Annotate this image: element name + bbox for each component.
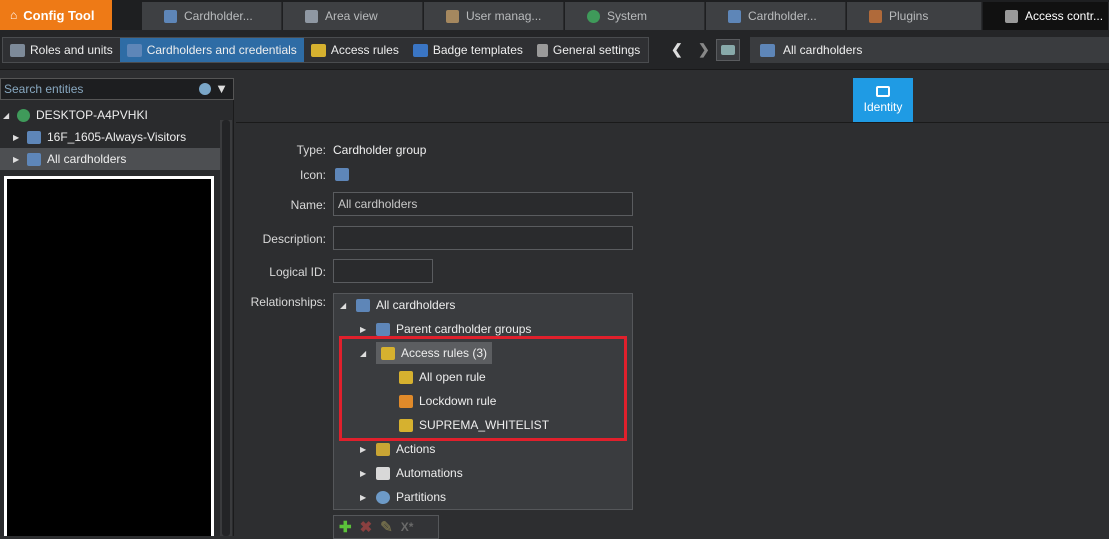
icon-label: Icon: (299, 168, 326, 182)
toolbar: Roles and units Cardholders and credenti… (0, 30, 1109, 70)
badge-templates-button[interactable]: Badge templates (406, 38, 530, 62)
badge-icon (412, 43, 428, 57)
type-label: Type: (296, 143, 326, 157)
collapse-arrow-icon[interactable]: ◢ (340, 301, 350, 310)
cardholder-group-icon (376, 322, 390, 336)
task-toolbar: Roles and units Cardholders and credenti… (2, 37, 649, 63)
edit-icon[interactable]: ✎ (380, 518, 393, 536)
expand-arrow-icon[interactable]: ▶ (13, 133, 21, 142)
tab-cardholder-2[interactable]: Cardholder... (706, 2, 846, 30)
rel-actions[interactable]: ▶ Actions (360, 439, 435, 459)
add-icon[interactable]: ✚ (339, 518, 352, 536)
app-menu-button[interactable]: ⌂ Config Tool (0, 0, 112, 30)
tree-item-server[interactable]: ◢ DESKTOP-A4PVHKI (0, 104, 220, 126)
rel-automations[interactable]: ▶ Automations (360, 463, 463, 483)
expand-arrow-icon[interactable]: ▶ (360, 445, 370, 454)
expand-arrow-icon[interactable]: ▶ (13, 155, 21, 164)
type-value: Cardholder group (333, 143, 427, 157)
back-arrow-icon[interactable]: ❮ (671, 41, 683, 58)
search-input[interactable]: Search entities ▼ (0, 78, 234, 100)
access-control-icon (1005, 9, 1018, 23)
globe-icon[interactable] (199, 83, 211, 95)
general-settings-button[interactable]: General settings (530, 38, 647, 62)
delete-icon[interactable]: ✖ (360, 518, 373, 536)
area-view-icon (305, 9, 318, 23)
cardholder-icon (126, 43, 142, 57)
description-label: Description: (262, 232, 326, 246)
roles-and-units-button[interactable]: Roles and units (3, 38, 120, 62)
identity-icon (876, 86, 890, 97)
expand-arrow-icon[interactable]: ▶ (360, 493, 370, 502)
tab-system[interactable]: System (565, 2, 705, 30)
tab-identity[interactable]: Identity (853, 78, 913, 122)
actions-icon (376, 442, 390, 456)
tree-item-all-cardholders[interactable]: ▶ All cardholders (0, 148, 220, 170)
server-icon (17, 108, 30, 122)
app-title: Config Tool (23, 7, 95, 23)
history-icon (721, 45, 735, 55)
scrollbar-thumb[interactable] (222, 120, 230, 536)
relationship-actions: ✚ ✖ ✎ X* (333, 515, 439, 539)
logical-id-label: Logical ID: (269, 265, 326, 279)
system-icon (587, 9, 600, 23)
settings-icon (536, 43, 548, 57)
access-rule-icon (310, 43, 326, 57)
name-label: Name: (290, 198, 326, 212)
remove-link-icon[interactable]: X* (401, 520, 414, 534)
description-field[interactable] (333, 226, 633, 250)
expand-arrow-icon[interactable]: ▶ (360, 469, 370, 478)
entity-tree: ◢ DESKTOP-A4PVHKI ▶ 16F_1605-Always-Visi… (0, 104, 220, 170)
cardholder-group-icon (356, 298, 370, 312)
breadcrumb: All cardholders (750, 37, 1109, 63)
tab-access-control[interactable]: Access contr... (983, 2, 1109, 30)
access-rules-button[interactable]: Access rules (304, 38, 406, 62)
scrollbar[interactable] (220, 120, 232, 536)
cardholder-group-icon (27, 130, 41, 144)
tab-bar: ⌂ Config Tool Cardholder... Area view Us… (0, 0, 1109, 30)
relationships-label: Relationships: (250, 295, 326, 309)
tab-cardholder-1[interactable]: Cardholder... (142, 2, 282, 30)
user-management-icon (446, 9, 459, 23)
cardholder-group-icon (760, 43, 775, 57)
name-field[interactable]: All cardholders (333, 192, 633, 216)
tree-item-visitors[interactable]: ▶ 16F_1605-Always-Visitors (0, 126, 220, 148)
cardholder-group-icon[interactable] (335, 168, 349, 181)
logical-id-field[interactable] (333, 259, 433, 283)
cardholder-group-icon (27, 152, 41, 166)
cardholder-icon (728, 9, 741, 23)
plugins-icon (869, 9, 882, 23)
home-icon: ⌂ (10, 8, 18, 22)
cardholder-icon (164, 9, 177, 23)
forward-arrow-icon[interactable]: ❯ (698, 41, 710, 58)
partitions-icon (376, 490, 390, 504)
tab-area-view[interactable]: Area view (283, 2, 423, 30)
divider (236, 122, 1109, 123)
automations-icon (376, 466, 390, 480)
expand-arrow-icon[interactable]: ▶ (360, 325, 370, 334)
history-button[interactable] (716, 39, 740, 61)
redacted-area (4, 176, 214, 536)
properties-panel: Identity Type: Cardholder group Icon: Na… (236, 78, 1109, 539)
roles-icon (10, 43, 25, 57)
collapse-arrow-icon[interactable]: ◢ (3, 111, 11, 120)
entity-browser: Search entities ▼ ◢ DESKTOP-A4PVHKI ▶ 16… (0, 78, 234, 536)
tab-user-management[interactable]: User manag... (424, 2, 564, 30)
rel-root[interactable]: ◢ All cardholders (340, 295, 455, 315)
filter-icon[interactable]: ▼ (215, 81, 228, 96)
highlight-box (339, 336, 627, 441)
tab-plugins[interactable]: Plugins (847, 2, 982, 30)
rel-partitions[interactable]: ▶ Partitions (360, 487, 446, 507)
cardholders-and-credentials-button[interactable]: Cardholders and credentials (119, 38, 304, 62)
